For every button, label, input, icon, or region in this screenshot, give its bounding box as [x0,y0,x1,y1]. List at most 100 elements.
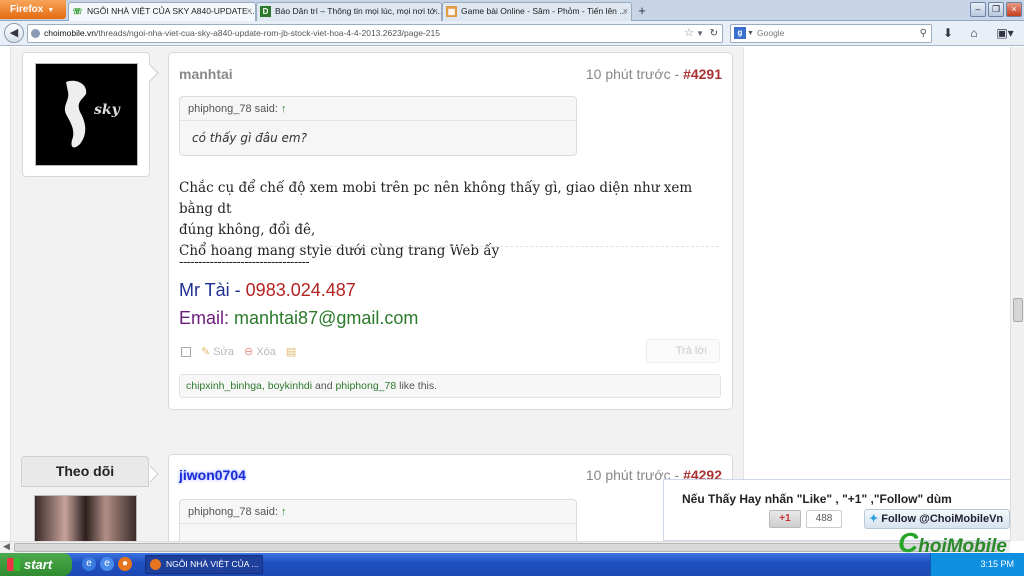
avatar[interactable] [34,495,137,541]
signature-phone: 0983.024.487 [245,280,356,300]
twitter-bird-icon: ✦ [869,513,879,525]
phone-icon: ☏ [72,7,83,16]
taskbar-firefox-window[interactable]: NGÔI NHÀ VIỆT CỦA ... [145,555,263,574]
google-icon[interactable]: g [734,27,746,39]
likes-users[interactable]: chipxinh_binhga, boykinhdi [186,380,312,392]
page-content: sky manhtai 10 phút trước - #4291 phipho… [0,47,1010,541]
delete-button[interactable]: ⊖ Xóa [244,345,276,358]
tab-title: NGÔI NHÀ VIỆT CỦA SKY A840-UPDATE ... [87,6,256,16]
twitter-follow-button[interactable]: ✦ Follow @ChoiMobileVn [864,509,1010,529]
post-actions: ✎ Sửa ⊖ Xóa ▤ [181,345,299,358]
post-username[interactable]: jiwon0704 [179,467,246,483]
gplus-label: +1 [779,513,791,524]
likes-last-user[interactable]: phiphong_78 [335,380,396,392]
firefox-menu-label: Firefox [10,4,44,15]
url-host: choimobile.vn [44,28,96,38]
firefox-icon[interactable]: ● [118,557,132,571]
post-message: Chắc cụ để chế độ xem mobi trên pc nên k… [179,178,719,262]
chevron-down-icon[interactable]: ▼ [747,25,754,42]
maximize-button[interactable]: ❐ [988,2,1004,17]
likes-summary: chipxinh_binhga, boykinhdi and phiphong_… [179,374,721,398]
new-tab-button[interactable]: + [633,3,651,19]
pencil-icon: ✎ [201,346,211,358]
chevron-down-icon[interactable]: ▼ [696,25,704,42]
horizontal-scrollbar[interactable]: ◀ [0,541,1010,553]
back-button[interactable]: ◀ [4,23,24,43]
download-icon[interactable]: ⬇ [940,25,956,41]
address-bar[interactable]: choimobile.vn/threads/ngoi-nha-viet-cua-… [27,24,723,43]
windows-flag-icon [7,558,20,571]
close-icon[interactable]: × [247,3,252,20]
post-number[interactable]: #4291 [683,66,722,82]
follow-label[interactable]: Theo dõi [21,456,149,487]
signature-email: Email: manhtai87@gmail.com [179,308,418,329]
quote-jump-icon[interactable]: ↑ [281,103,287,115]
post-time: 10 phút trước [585,467,671,483]
quote-header: phiphong_78 said: ↑ [180,97,576,121]
signature-name: Mr Tài - 0983.024.487 [179,280,356,301]
reload-icon[interactable]: ↻ [710,25,718,42]
meta-separator: - [670,66,684,82]
tab-title: Báo Dân trí – Thông tin mọi lúc, mọi nơi… [275,6,442,16]
likes-and: and [312,380,336,392]
signature-dash: ---------------------------------- [179,254,310,269]
tab-title: Game bài Online - Sâm - Phỏm - Tiến lên … [461,6,627,16]
edit-label: Sửa [213,346,235,358]
post-username[interactable]: manhtai [179,66,233,82]
dantri-icon: D [260,6,271,17]
tab-dantri[interactable]: D Báo Dân trí – Thông tin mọi lúc, mọi n… [256,2,442,21]
select-checkbox[interactable] [181,346,191,357]
gplus-count: 488 [806,510,842,528]
post-4291: manhtai 10 phút trước - #4291 phiphong_7… [168,52,733,410]
close-window-button[interactable]: × [1006,2,1022,17]
quote-author: phiphong_78 said: [188,506,278,518]
report-button[interactable]: ▤ [286,345,299,358]
post-arrow [149,465,159,483]
minimize-button[interactable]: – [970,2,986,17]
horizontal-scroll-thumb[interactable] [14,543,999,552]
quote-header: phiphong_78 said: ↑ [180,500,576,524]
message-line: đúng không, đổi đê, [179,222,316,238]
close-icon[interactable]: × [623,3,628,20]
firefox-menu-button[interactable]: Firefox ▼ [0,0,66,19]
search-placeholder: Google [757,28,785,38]
ie-icon[interactable]: e [100,557,114,571]
signature-name-text: Mr Tài - [179,280,246,300]
delete-label: Xóa [256,346,276,358]
taskbar-window-label: NGÔI NHÀ VIỆT CỦA ... [166,559,259,569]
search-icon[interactable]: ⚲ [920,25,927,42]
ie-icon[interactable]: e [82,557,96,571]
post-meta: 10 phút trước - #4291 [586,66,722,82]
search-input[interactable]: g ▼ Google ⚲ [730,24,932,43]
scroll-left-icon[interactable]: ◀ [3,541,10,552]
addon-menu-icon[interactable]: ▣▾ [992,25,1018,41]
quote-text: có thấy gì đâu em? [192,131,307,145]
windows-taskbar: start e e ● NGÔI NHÀ VIỆT CỦA ... 3:15 P… [0,553,1024,576]
vertical-scroll-thumb[interactable] [1013,298,1023,322]
avatar[interactable]: sky [35,63,138,166]
home-icon[interactable]: ⌂ [966,25,982,41]
chevron-down-icon: ▼ [47,7,55,14]
start-button[interactable]: start [0,553,72,576]
report-icon: ▤ [285,346,297,358]
tab-game[interactable]: ▦ Game bài Online - Sâm - Phỏm - Tiến lê… [442,2,632,21]
google-plus-button[interactable]: +1 [769,510,801,528]
firefox-icon [150,559,161,570]
game-icon: ▦ [446,6,457,17]
bookmark-star-icon[interactable]: ☆ [684,25,694,42]
signature-email-address[interactable]: manhtai87@gmail.com [234,308,418,328]
reply-label: Trả lời [675,345,707,357]
navigation-bar: ◀ choimobile.vn/threads/ngoi-nha-viet-cu… [0,21,1024,46]
delete-icon: ⊖ [244,346,254,358]
close-icon[interactable]: × [433,3,438,20]
quote-jump-icon[interactable]: ↑ [281,506,287,518]
tab-sky-a840[interactable]: ☏ NGÔI NHÀ VIỆT CỦA SKY A840-UPDATE ... … [68,2,256,21]
signature-email-label: Email: [179,308,235,328]
vertical-scrollbar[interactable] [1010,47,1024,541]
edit-button[interactable]: ✎ Sửa [201,345,234,358]
reply-button[interactable]: Trả lời [646,339,720,363]
site-icon [31,29,40,38]
url-path: /threads/ngoi-nha-viet-cua-sky-a840-upda… [95,28,440,38]
post-time: 10 phút trước [585,66,671,82]
logo-c: C [898,527,919,558]
